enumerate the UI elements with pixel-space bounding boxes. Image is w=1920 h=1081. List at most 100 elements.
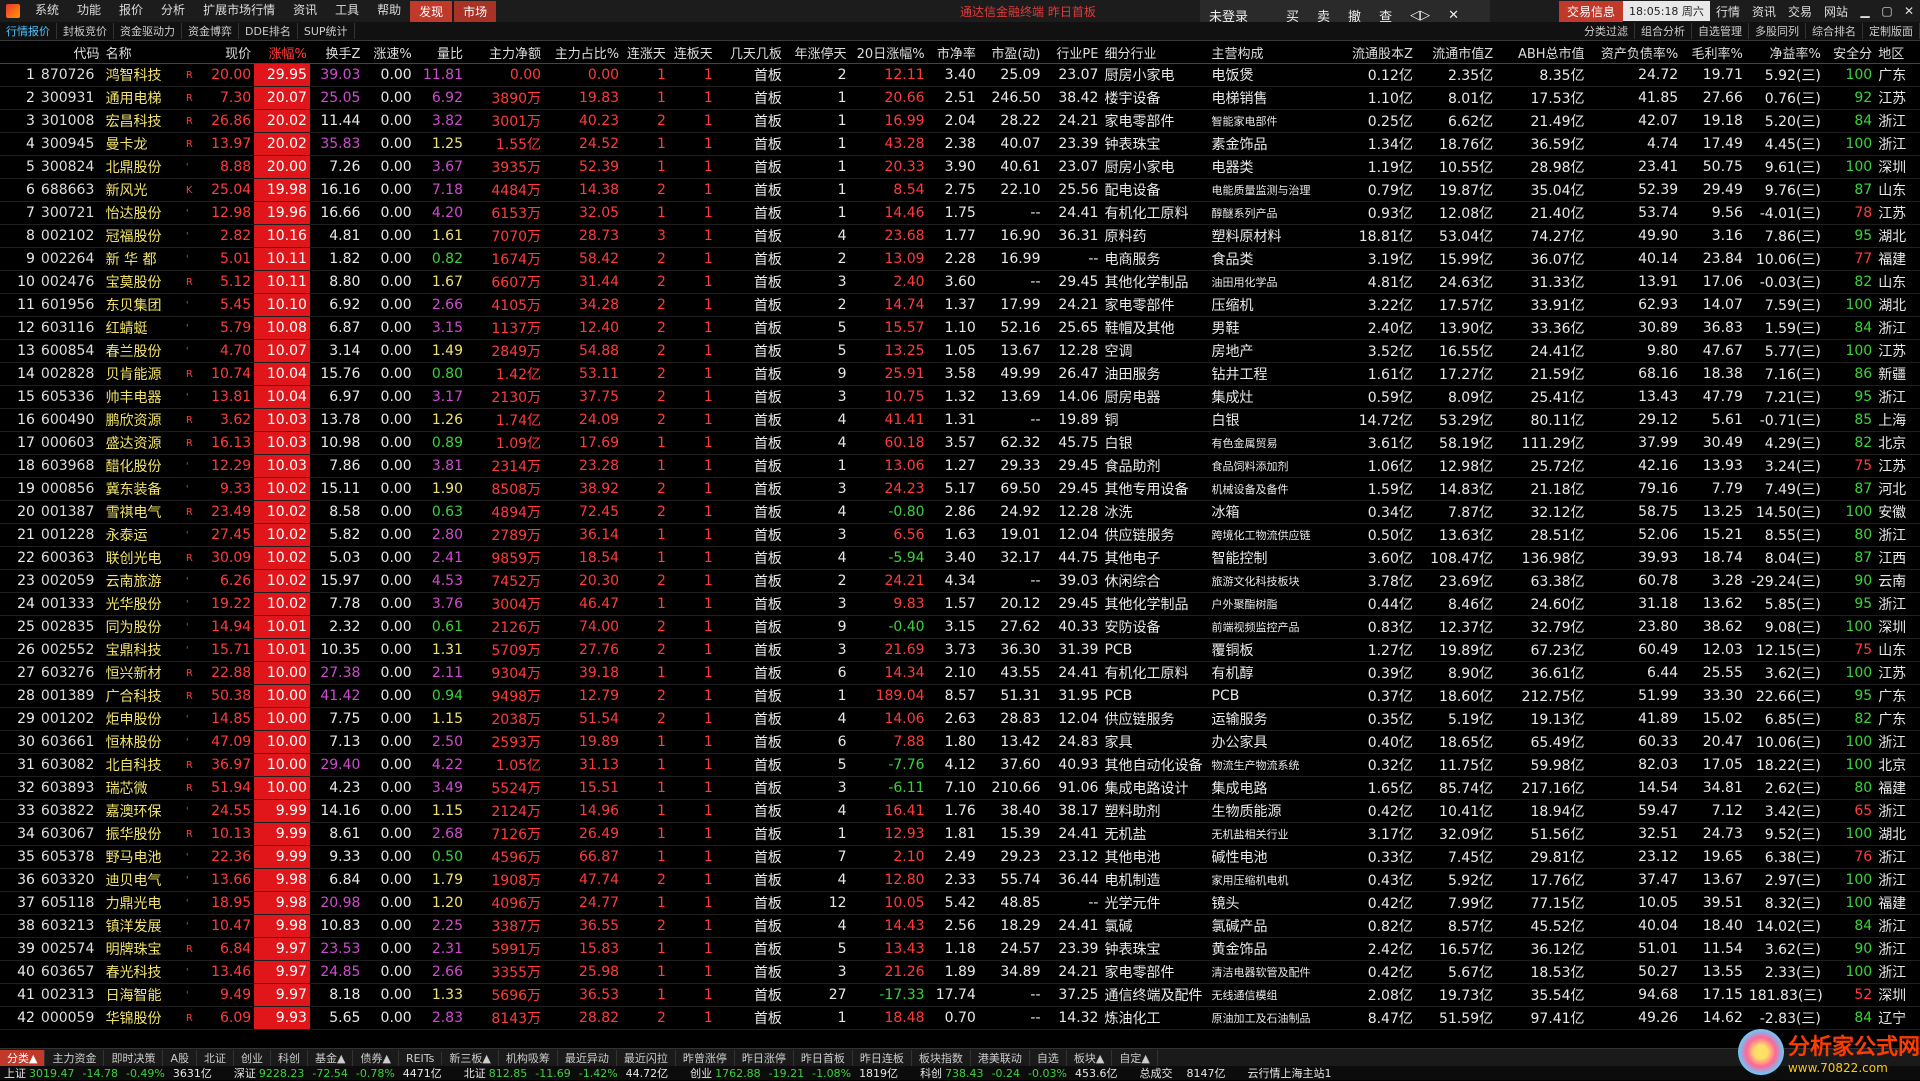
menu-item[interactable]: 功能 <box>68 1 110 22</box>
category-tab[interactable]: REITs <box>399 1051 443 1065</box>
table-row[interactable]: 30 603661 恒林股份 ' 47.09 10.00 7.13 0.00 2.50 2593万… <box>0 730 1920 754</box>
table-row[interactable]: 25 002835 同为股份 ' 14.94 10.01 2.32 0.00 0.61 2126万… <box>0 615 1920 639</box>
sub-tab[interactable]: 资金博弈 <box>182 23 239 39</box>
table-row[interactable]: 6 688663 新风光 K 25.04 19.98 16.16 0.00 7.18 4484万 1… <box>0 178 1920 202</box>
table-row[interactable]: 24 001333 光华股份 ' 19.22 10.02 7.78 0.00 3.76 3004万… <box>0 592 1920 616</box>
column-header[interactable]: 连涨天 <box>622 41 669 64</box>
category-tab[interactable]: 机构吸筹 <box>499 1050 558 1066</box>
table-row[interactable]: 11 601956 东贝集团 ' 5.45 10.10 6.92 0.00 2.66 4105万 3… <box>0 293 1920 317</box>
table-row[interactable]: 23 002059 云南旅游 ' 6.26 10.02 15.97 0.00 4.53 7452万… <box>0 569 1920 593</box>
table-row[interactable]: 21 001228 永泰运 ' 27.45 10.02 5.82 0.00 2.80 2789万 3… <box>0 523 1920 547</box>
category-tab[interactable]: 自选 <box>1030 1050 1067 1066</box>
table-row[interactable]: 38 603213 镇洋发展 ' 10.47 9.98 10.83 0.00 2.25 3387万… <box>0 914 1920 938</box>
category-tab[interactable]: 港美联动 <box>971 1050 1030 1066</box>
column-header[interactable]: 毛利率% <box>1681 41 1746 64</box>
column-header[interactable]: 净益率% <box>1745 41 1824 64</box>
table-row[interactable]: 2 300931 通用电梯 R 7.30 20.07 25.05 0.00 6.92 3890万 1… <box>0 86 1920 110</box>
menu-item[interactable]: 分析 <box>152 1 194 22</box>
table-row[interactable]: 1 870726 鸿智科技 R 20.00 29.95 39.03 0.00 11.81 0.00… <box>0 63 1920 87</box>
table-row[interactable]: 39 002574 明牌珠宝 R 6.84 9.97 23.53 0.00 2.31 5991万 1… <box>0 937 1920 961</box>
table-row[interactable]: 18 603968 醋化股份 ' 12.29 10.03 7.86 0.00 3.81 2314万… <box>0 454 1920 478</box>
column-header[interactable]: 资产负债率% <box>1587 41 1682 64</box>
column-header[interactable]: 安全分 <box>1823 41 1876 64</box>
table-row[interactable]: 14 002828 贝肯能源 R 10.74 10.04 15.76 0.00 0.80 1.42… <box>0 362 1920 386</box>
table-row[interactable]: 9 002264 新 华 都 ' 5.01 10.11 1.82 0.00 0.82 1674万 5… <box>0 247 1920 271</box>
table-row[interactable]: 31 603082 北自科技 R 36.97 10.00 29.40 0.00 4.22 1.05… <box>0 753 1920 777</box>
category-tab[interactable]: 新三板▲ <box>442 1050 499 1066</box>
column-header[interactable] <box>0 41 38 64</box>
sub-right-button[interactable]: 组合分析 <box>1635 23 1692 39</box>
column-header[interactable]: 主营构成 <box>1208 41 1336 64</box>
table-row[interactable]: 33 603822 嘉澳环保 ' 24.55 9.99 14.16 0.00 1.15 2124万… <box>0 799 1920 823</box>
column-header[interactable]: ABH总市值 <box>1496 41 1588 64</box>
table-row[interactable]: 13 600854 春兰股份 ' 4.70 10.07 3.14 0.00 1.49 2849万 5… <box>0 339 1920 363</box>
menu-item-highlight[interactable]: 发现 <box>410 0 453 22</box>
trade-ctrl-button[interactable]: ◁▷ <box>1401 8 1439 23</box>
menu-item[interactable]: 报价 <box>110 1 152 22</box>
menu-item[interactable]: 系统 <box>26 1 68 22</box>
category-tab[interactable]: 自定▲ <box>1112 1050 1158 1066</box>
table-row[interactable]: 32 603893 瑞芯微 R 51.94 10.00 4.23 0.00 3.49 5524万 1… <box>0 776 1920 800</box>
minimize-icon[interactable]: ▁ <box>1854 4 1876 18</box>
table-row[interactable]: 4 300945 曼卡龙 R 13.97 20.02 35.83 0.00 1.25 1.55亿 2… <box>0 132 1920 156</box>
column-header[interactable] <box>182 41 199 64</box>
index-status[interactable]: 创业 1762.88 -19.21 -1.08% 1819亿 <box>686 1065 902 1081</box>
category-tab[interactable]: A股 <box>163 1050 197 1066</box>
category-tab[interactable]: 板块指数 <box>912 1050 971 1066</box>
category-tab[interactable]: 创业 <box>234 1050 271 1066</box>
table-row[interactable]: 35 605378 野马电池 ' 22.36 9.99 9.33 0.00 0.50 4596万 6… <box>0 845 1920 869</box>
table-row[interactable]: 5 300824 北鼎股份 ' 8.88 20.00 7.26 0.00 3.67 3935万 52… <box>0 155 1920 179</box>
column-header[interactable]: 细分行业 <box>1101 41 1209 64</box>
category-tab[interactable]: 最近闪拉 <box>617 1050 676 1066</box>
table-row[interactable]: 10 002476 宝莫股份 R 5.12 10.11 8.80 0.00 1.67 6607万 3… <box>0 270 1920 294</box>
column-header[interactable]: 主力净额 <box>465 41 545 64</box>
column-header[interactable]: 现价 <box>198 41 255 64</box>
table-row[interactable]: 36 603320 迪贝电气 ' 13.66 9.98 6.84 0.00 1.79 1908万 4… <box>0 868 1920 892</box>
category-tab[interactable]: 昨日涨停 <box>735 1050 794 1066</box>
category-tab[interactable]: 科创 <box>271 1050 308 1066</box>
table-row[interactable]: 16 600490 鹏欣资源 R 3.62 10.03 13.78 0.00 1.26 1.74亿… <box>0 408 1920 432</box>
sub-tab[interactable]: SUP统计 <box>298 23 355 39</box>
table-row[interactable]: 8 002102 冠福股份 ' 2.82 10.16 4.81 0.00 1.61 7070万 28… <box>0 224 1920 248</box>
table-row[interactable]: 41 002313 日海智能 ' 9.49 9.97 8.18 0.00 1.33 5696万 36… <box>0 983 1920 1007</box>
menu-item[interactable]: 工具 <box>326 1 368 22</box>
column-header[interactable]: 市净率 <box>927 41 979 64</box>
right-menu-item[interactable]: 网站 <box>1818 3 1854 20</box>
column-header[interactable]: 年涨停天 <box>784 41 850 64</box>
table-row[interactable]: 37 605118 力鼎光电 ' 18.95 9.98 20.98 0.00 1.20 4096万… <box>0 891 1920 915</box>
table-row[interactable]: 7 300721 怡达股份 ' 12.98 19.96 16.66 0.00 4.20 6153万… <box>0 201 1920 225</box>
column-header[interactable]: 市盈(动) <box>978 41 1044 64</box>
table-row[interactable]: 26 002552 宝鼎科技 ' 15.71 10.01 10.35 0.00 1.31 5709… <box>0 638 1920 662</box>
table-row[interactable]: 19 000856 冀东装备 ' 9.33 10.02 15.11 0.00 1.90 8508万… <box>0 477 1920 501</box>
category-tab[interactable]: 北证 <box>197 1050 234 1066</box>
menu-item-highlight[interactable]: 市场 <box>454 0 497 22</box>
index-status[interactable]: 科创 738.43 -0.24 -0.03% 453.6亿 <box>916 1065 1121 1081</box>
index-status[interactable]: 上证 3019.47 -14.78 -0.49% 3631亿 <box>0 1065 216 1081</box>
column-header[interactable]: 20日涨幅% <box>849 41 928 64</box>
table-row[interactable]: 20 001387 雪祺电气 R 23.49 10.02 8.58 0.00 0.63 4894万… <box>0 500 1920 524</box>
table-row[interactable]: 17 000603 盛达资源 R 16.13 10.03 10.98 0.00 0.89 1.09… <box>0 431 1920 455</box>
column-header[interactable]: 几天几板 <box>715 41 785 64</box>
sub-right-button[interactable]: 自选管理 <box>1692 23 1749 39</box>
quote-table-container[interactable]: 代码 名称 现价 涨幅% 换手Z 涨速% 量比 主力净额 主力占比% 连涨天 连板天 几天几板 年涨停天… <box>0 41 1920 1048</box>
column-header[interactable]: 涨速% <box>363 41 415 64</box>
sub-right-button[interactable]: 分类过滤 <box>1578 23 1635 39</box>
sub-right-button[interactable]: 综合排名 <box>1806 23 1863 39</box>
menu-item[interactable]: 扩展市场行情 <box>194 1 284 22</box>
category-tab[interactable]: 主力资金 <box>45 1050 105 1066</box>
table-row[interactable]: 3 301008 宏昌科技 R 26.86 20.02 11.44 0.00 3.82 3001万… <box>0 109 1920 133</box>
category-tab[interactable]: 即时决策 <box>104 1050 164 1066</box>
sub-right-button[interactable]: 定制版面 <box>1863 23 1920 39</box>
category-tab[interactable]: 昨日连板 <box>853 1050 912 1066</box>
right-menu-item[interactable]: 行情 <box>1710 3 1746 20</box>
column-header[interactable]: 流通市值Z <box>1415 41 1497 64</box>
category-tab[interactable]: 昨曾涨停 <box>676 1050 735 1066</box>
sub-tab[interactable]: 封板竞价 <box>57 23 114 39</box>
column-header[interactable]: 流通股本Z <box>1335 41 1416 64</box>
column-header[interactable]: 行业PE <box>1043 41 1102 64</box>
category-tab[interactable]: 板块▲ <box>1067 1050 1113 1066</box>
category-tab[interactable]: 债券▲ <box>353 1050 399 1066</box>
menu-item[interactable]: 帮助 <box>368 1 410 22</box>
column-header[interactable]: 量比 <box>414 41 466 64</box>
trade-info-button[interactable]: 交易信息 <box>1559 0 1624 22</box>
